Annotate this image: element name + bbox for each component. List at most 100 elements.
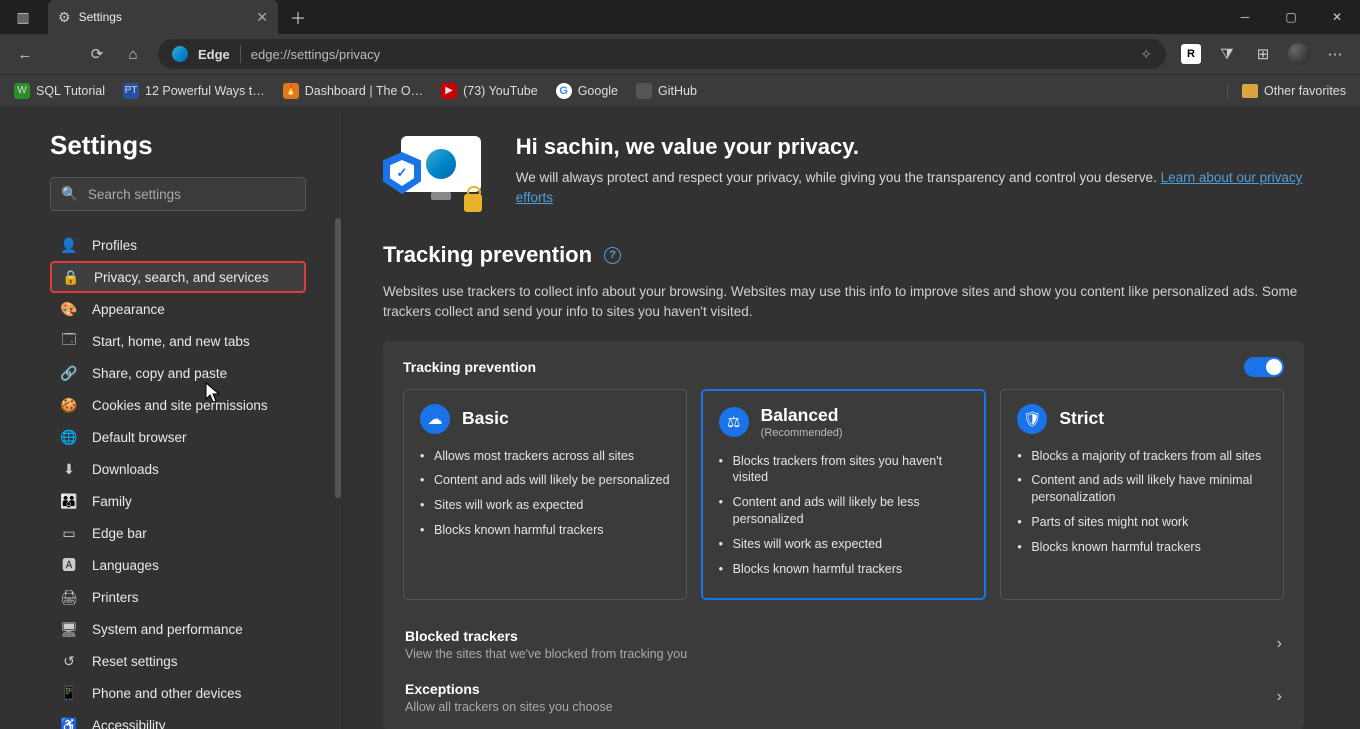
level-bullet: Sites will work as expected [420, 493, 670, 518]
bookmark-item[interactable]: GitHub [636, 83, 697, 99]
nav-label: Downloads [92, 462, 159, 477]
nav-icon: 🔗 [60, 364, 78, 382]
sidebar-item[interactable]: 🗔Start, home, and new tabs [50, 325, 306, 357]
nav-label: Profiles [92, 238, 137, 253]
tracking-section-title: Tracking prevention ? [383, 242, 1304, 268]
search-settings-input[interactable]: 🔍 Search settings [50, 177, 306, 211]
bookmark-item[interactable]: WSQL Tutorial [14, 83, 105, 99]
sidebar-scrollbar[interactable] [335, 218, 341, 498]
maximize-button[interactable]: ▢ [1268, 0, 1314, 34]
collections-icon[interactable]: ⊞ [1246, 37, 1280, 71]
nav-icon: ▭ [60, 524, 78, 542]
bookmark-item[interactable]: ▶(73) YouTube [441, 83, 538, 99]
favorite-icon[interactable]: ✧ [1140, 46, 1152, 63]
nav-icon: 👤 [60, 236, 78, 254]
mouse-cursor-icon [205, 382, 223, 404]
level-bullet: Parts of sites might not work [1017, 510, 1267, 535]
help-icon[interactable]: ? [604, 247, 621, 264]
level-icon: ⚖ [719, 407, 749, 437]
minimize-button[interactable]: ─ [1222, 0, 1268, 34]
nav-icon: 🅰 [60, 556, 78, 574]
nav-icon: 📱 [60, 684, 78, 702]
nav-icon: 👪 [60, 492, 78, 510]
level-recommended: (Recommended) [761, 427, 843, 439]
divider [240, 45, 241, 63]
nav-icon: 🖥 [60, 620, 78, 638]
close-icon[interactable]: ✕ [256, 9, 268, 26]
nav-label: Privacy, search, and services [94, 270, 269, 285]
settings-nav: 👤 Profiles 🔒 Privacy, search, and services 🎨… [50, 229, 322, 729]
other-favorites[interactable]: Other favorites [1227, 84, 1346, 98]
level-bullet: Blocks known harmful trackers [719, 557, 969, 582]
close-window-button[interactable]: ✕ [1314, 0, 1360, 34]
sidebar-item[interactable]: ♿Accessibility [50, 709, 306, 729]
more-icon[interactable]: ⋯ [1318, 37, 1352, 71]
nav-icon: ⬇ [60, 460, 78, 478]
sidebar-item[interactable]: ↺Reset settings [50, 645, 306, 677]
level-bullet: Allows most trackers across all sites [420, 444, 670, 469]
tracking-level-basic[interactable]: ☁BasicAllows most trackers across all si… [403, 389, 687, 600]
nav-icon: 🗔 [60, 332, 78, 350]
nav-label: Printers [92, 590, 139, 605]
blocked-trackers-row[interactable]: Blocked trackers View the sites that we'… [403, 618, 1284, 671]
sidebar-item[interactable]: 🔒 Privacy, search, and services [50, 261, 306, 293]
browser-tab[interactable]: ⚙ Settings ✕ [48, 0, 278, 34]
sidebar-item[interactable]: 🖨 Printers [50, 581, 306, 613]
exceptions-row[interactable]: Exceptions Allow all trackers on sites y… [403, 671, 1284, 714]
favicon: 🔥 [283, 83, 299, 99]
level-title: Balanced [761, 405, 843, 426]
sidebar-item[interactable]: 👪 Family [50, 485, 306, 517]
extension-badge[interactable]: R [1174, 37, 1208, 71]
extensions-icon[interactable]: ⧩ [1210, 37, 1244, 71]
sidebar-item[interactable]: ▭Edge bar [50, 517, 306, 549]
level-icon: ☁ [420, 404, 450, 434]
sidebar-item[interactable]: 🌐Default browser [50, 421, 306, 453]
sidebar-item[interactable]: 📱Phone and other devices [50, 677, 306, 709]
level-bullet: Blocks trackers from sites you haven't v… [719, 449, 969, 491]
level-bullet: Blocks known harmful trackers [420, 518, 670, 543]
tracking-toggle[interactable] [1244, 357, 1284, 377]
bookmark-item[interactable]: 🔥Dashboard | The O… [283, 83, 423, 99]
nav-icon: 🎨 [60, 300, 78, 318]
nav-icon: ♿ [60, 716, 78, 729]
gear-icon: ⚙ [58, 9, 71, 26]
level-bullet: Content and ads will likely be less pers… [719, 490, 969, 532]
tracking-level-strict[interactable]: 🛡StrictBlocks a majority of trackers fro… [1000, 389, 1284, 600]
search-icon: 🔍 [61, 186, 78, 202]
profile-avatar[interactable] [1282, 37, 1316, 71]
sidebar-item[interactable]: 🎨 Appearance [50, 293, 306, 325]
nav-icon: 🖨 [60, 588, 78, 606]
nav-label: Family [92, 494, 132, 509]
toolbar: ← ⟳ ⌂ Edge edge://settings/privacy ✧ R ⧩… [0, 34, 1360, 74]
hero-body: We will always protect and respect your … [516, 168, 1304, 209]
nav-label: Default browser [92, 430, 187, 445]
privacy-hero-icon [383, 134, 488, 214]
level-bullet: Sites will work as expected [719, 532, 969, 557]
favicon: ▶ [441, 83, 457, 99]
nav-label: System and performance [92, 622, 243, 637]
sidebar-item[interactable]: 🍪Cookies and site permissions [50, 389, 306, 421]
bookmark-item[interactable]: PT12 Powerful Ways t… [123, 83, 265, 99]
address-bar[interactable]: Edge edge://settings/privacy ✧ [158, 39, 1166, 69]
new-tab-button[interactable]: ＋ [284, 3, 312, 31]
favicon: G [556, 83, 572, 99]
titlebar: ▥ ⚙ Settings ✕ ＋ ─ ▢ ✕ [0, 0, 1360, 34]
sidebar-item[interactable]: ⬇ Downloads [50, 453, 306, 485]
sidebar-item[interactable]: 🅰Languages [50, 549, 306, 581]
sidebar-item[interactable]: 🔗Share, copy and paste [50, 357, 306, 389]
back-button[interactable]: ← [8, 37, 42, 71]
sidebar-item[interactable]: 🖥 System and performance [50, 613, 306, 645]
level-bullet: Content and ads will likely be personali… [420, 468, 670, 493]
level-bullet: Blocks known harmful trackers [1017, 535, 1267, 560]
sidebar-item[interactable]: 👤 Profiles [50, 229, 306, 261]
tracking-level-balanced[interactable]: ⚖ Balanced(Recommended) Blocks trackers fr… [701, 389, 987, 600]
refresh-button[interactable]: ⟳ [80, 37, 114, 71]
level-icon: 🛡 [1017, 404, 1047, 434]
tracking-toggle-label: Tracking prevention [403, 359, 536, 375]
tab-actions-icon[interactable]: ▥ [14, 8, 32, 26]
settings-main: Hi sachin, we value your privacy. We wil… [343, 106, 1360, 729]
home-button[interactable]: ⌂ [116, 37, 150, 71]
nav-label: Appearance [92, 302, 165, 317]
nav-icon: 🔒 [62, 268, 80, 286]
bookmark-item[interactable]: GGoogle [556, 83, 618, 99]
